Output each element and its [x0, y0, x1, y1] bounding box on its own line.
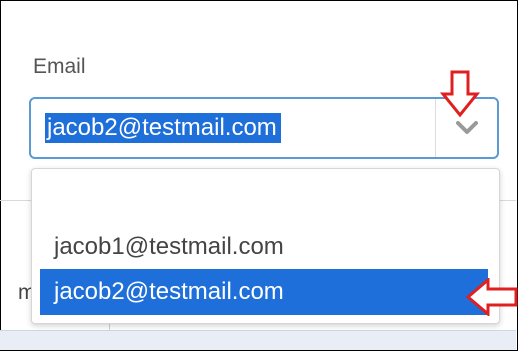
chevron-down-icon[interactable] [456, 121, 478, 135]
email-dropdown-list: jacob1@testmail.com jacob2@testmail.com [31, 168, 500, 324]
dropdown-option-jacob2[interactable]: jacob2@testmail.com [40, 269, 488, 315]
red-left-arrow-icon [466, 278, 518, 316]
email-select[interactable]: jacob2@testmail.com [29, 97, 499, 159]
email-label: Email [33, 55, 86, 78]
background-table-row [0, 330, 516, 350]
select-divider [435, 99, 436, 157]
dropdown-option-empty[interactable] [38, 179, 493, 219]
email-selected-value[interactable]: jacob2@testmail.com [45, 113, 281, 143]
dropdown-option-jacob1[interactable]: jacob1@testmail.com [38, 227, 493, 267]
red-down-arrow-icon [440, 70, 480, 118]
